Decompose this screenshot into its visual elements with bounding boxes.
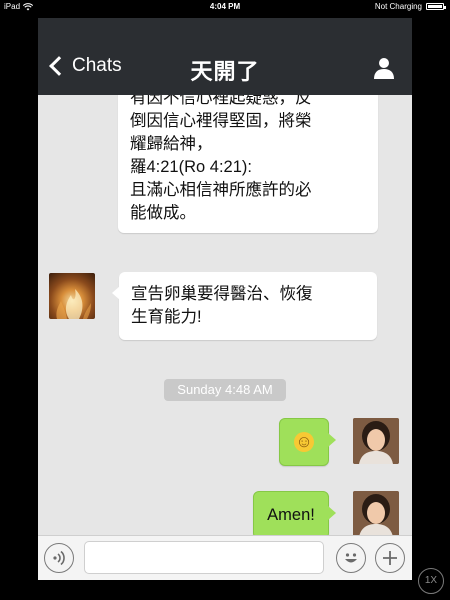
message-text: 有因不信心裡起疑惑，反 倒因信心裡得堅固，將榮 耀歸給神， 羅4:21(Ro 4… bbox=[130, 95, 312, 222]
message-list[interactable]: 有因不信心裡起疑惑，反 倒因信心裡得堅固，將榮 耀歸給神， 羅4:21(Ro 4… bbox=[38, 95, 412, 535]
profile-icon[interactable] bbox=[372, 56, 396, 80]
zoom-1x-button[interactable]: 1X bbox=[418, 568, 444, 594]
chat-title: 天開了 bbox=[190, 59, 260, 84]
avatar-image bbox=[353, 491, 399, 535]
plus-icon bbox=[383, 551, 397, 565]
timestamp-label: Sunday 4:48 AM bbox=[164, 379, 286, 401]
avatar-image bbox=[56, 289, 91, 319]
smiley-icon bbox=[345, 553, 357, 563]
avatar[interactable] bbox=[49, 273, 95, 319]
battery-icon bbox=[426, 3, 446, 10]
avatar[interactable] bbox=[353, 491, 399, 535]
message-text: Amen! bbox=[267, 506, 315, 524]
message-bubble-incoming[interactable]: 宣告卵巢要得醫治、恢復 生育能力! bbox=[112, 272, 377, 340]
status-right: Not Charging bbox=[374, 2, 446, 11]
avatar-image bbox=[353, 418, 399, 464]
voice-input-button[interactable] bbox=[44, 543, 74, 573]
message-bubble-outgoing[interactable]: ☺ bbox=[279, 418, 336, 466]
smile-emoji-icon: ☺ bbox=[294, 432, 314, 452]
nav-bar: Chats 天開了 bbox=[38, 18, 412, 95]
message-input[interactable] bbox=[84, 541, 324, 574]
emoji-button[interactable] bbox=[336, 543, 366, 573]
avatar[interactable] bbox=[353, 418, 399, 464]
status-bar: iPad 4:04 PM Not Charging bbox=[0, 0, 450, 14]
message-bubble-outgoing[interactable]: Amen! bbox=[253, 491, 336, 535]
charging-label: Not Charging bbox=[374, 2, 422, 11]
add-attachment-button[interactable] bbox=[375, 543, 405, 573]
input-bar bbox=[38, 535, 412, 580]
message-text: 宣告卵巢要得醫治、恢復 生育能力! bbox=[131, 285, 313, 326]
chat-window: Chats 天開了 有因不信心裡起疑惑，反 倒因信心裡得堅固，將榮 耀歸給神， … bbox=[38, 18, 412, 580]
voice-icon bbox=[53, 550, 65, 566]
message-bubble-incoming[interactable]: 有因不信心裡起疑惑，反 倒因信心裡得堅固，將榮 耀歸給神， 羅4:21(Ro 4… bbox=[118, 95, 378, 233]
